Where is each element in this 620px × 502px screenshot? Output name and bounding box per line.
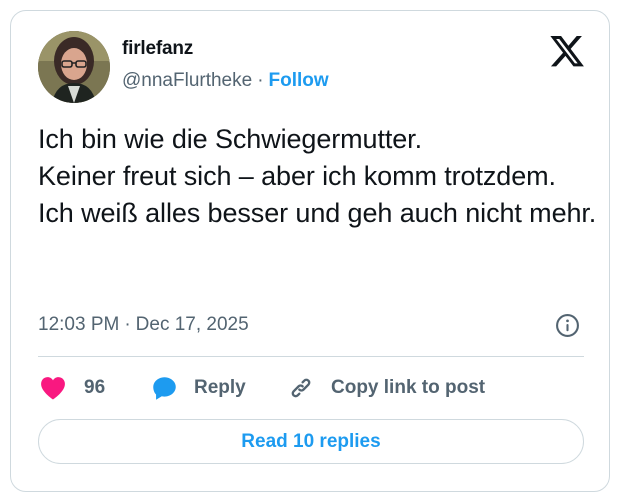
tweet-text: Ich bin wie die Schwiegermutter. Keiner … (38, 121, 598, 232)
info-icon[interactable] (555, 313, 580, 338)
like-count: 96 (84, 377, 106, 398)
speech-bubble-icon (153, 376, 176, 400)
heart-icon (41, 377, 65, 400)
divider (38, 356, 584, 357)
timestamp[interactable]: 12:03 PM · Dec 17, 2025 (38, 314, 249, 336)
avatar[interactable] (38, 31, 110, 103)
timestamp-separator: · (124, 314, 131, 335)
reply-label: Reply (194, 377, 246, 398)
read-replies-button[interactable]: Read 10 replies (38, 419, 584, 464)
copy-link-button[interactable]: Copy link to post (287, 372, 485, 404)
time: 12:03 PM (38, 314, 120, 335)
read-replies-label: Read 10 replies (241, 430, 381, 452)
tweet-line: Ich weiß alles besser und geh auch nicht… (38, 198, 597, 228)
author-handle[interactable]: @nnaFlurtheke (122, 70, 252, 91)
x-logo-icon[interactable] (550, 36, 584, 67)
tweet-line: Keiner freut sich – aber ich komm trotzd… (38, 161, 556, 191)
action-bar: 96 Reply Copy link to post (38, 372, 598, 404)
like-button[interactable]: 96 (40, 372, 105, 404)
tweet-card: firlefanz @nnaFlurtheke · Follow Ich bin w… (10, 10, 610, 492)
author-handle-row: @nnaFlurtheke · Follow (122, 70, 329, 92)
author-display-name[interactable]: firlefanz (122, 38, 193, 60)
tweet-line: Ich bin wie die Schwiegermutter. (38, 124, 422, 154)
avatar-image (38, 31, 110, 103)
copy-link-label: Copy link to post (331, 377, 486, 398)
follow-link[interactable]: Follow (269, 70, 329, 91)
reply-button[interactable]: Reply (151, 372, 246, 404)
handle-separator: · (257, 70, 264, 91)
date: Dec 17, 2025 (135, 314, 249, 335)
link-icon (291, 378, 311, 398)
